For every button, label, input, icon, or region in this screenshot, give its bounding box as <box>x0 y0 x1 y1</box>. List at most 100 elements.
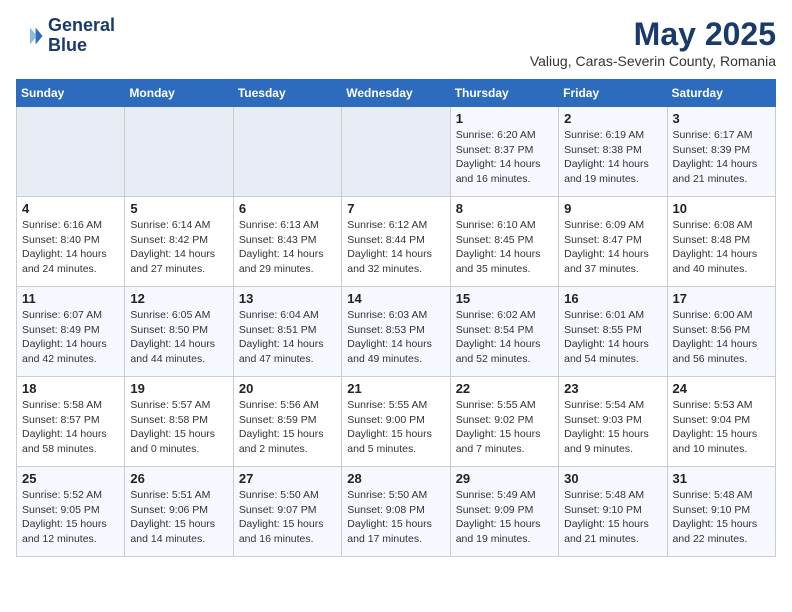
day-number: 2 <box>564 111 661 126</box>
day-number: 19 <box>130 381 227 396</box>
day-info: Sunrise: 5:58 AM Sunset: 8:57 PM Dayligh… <box>22 398 119 457</box>
weekday-header-row: SundayMondayTuesdayWednesdayThursdayFrid… <box>17 80 776 107</box>
day-number: 18 <box>22 381 119 396</box>
calendar-cell: 2 Sunrise: 6:19 AM Sunset: 8:38 PM Daylig… <box>559 107 667 197</box>
day-info: Sunrise: 5:56 AM Sunset: 8:59 PM Dayligh… <box>239 398 336 457</box>
page-header: General Blue May 2025 Valiug, Caras-Seve… <box>16 16 776 69</box>
day-number: 23 <box>564 381 661 396</box>
day-number: 28 <box>347 471 444 486</box>
day-info: Sunrise: 6:17 AM Sunset: 8:39 PM Dayligh… <box>673 128 770 187</box>
day-number: 29 <box>456 471 553 486</box>
calendar-cell: 6 Sunrise: 6:13 AM Sunset: 8:43 PM Daylig… <box>233 197 341 287</box>
weekday-header-sunday: Sunday <box>17 80 125 107</box>
calendar-table: SundayMondayTuesdayWednesdayThursdayFrid… <box>16 79 776 557</box>
day-info: Sunrise: 6:00 AM Sunset: 8:56 PM Dayligh… <box>673 308 770 367</box>
day-info: Sunrise: 5:53 AM Sunset: 9:04 PM Dayligh… <box>673 398 770 457</box>
day-number: 22 <box>456 381 553 396</box>
calendar-cell: 30 Sunrise: 5:48 AM Sunset: 9:10 PM Dayli… <box>559 467 667 557</box>
day-info: Sunrise: 5:48 AM Sunset: 9:10 PM Dayligh… <box>673 488 770 547</box>
day-number: 21 <box>347 381 444 396</box>
day-info: Sunrise: 6:20 AM Sunset: 8:37 PM Dayligh… <box>456 128 553 187</box>
calendar-cell: 11 Sunrise: 6:07 AM Sunset: 8:49 PM Dayli… <box>17 287 125 377</box>
day-info: Sunrise: 5:54 AM Sunset: 9:03 PM Dayligh… <box>564 398 661 457</box>
day-number: 1 <box>456 111 553 126</box>
day-number: 4 <box>22 201 119 216</box>
day-number: 7 <box>347 201 444 216</box>
calendar-cell <box>233 107 341 197</box>
calendar-cell <box>125 107 233 197</box>
day-info: Sunrise: 5:48 AM Sunset: 9:10 PM Dayligh… <box>564 488 661 547</box>
location-title: Valiug, Caras-Severin County, Romania <box>530 53 776 69</box>
calendar-cell: 5Sunrise: 6:14 AM Sunset: 8:42 PM Daylig… <box>125 197 233 287</box>
day-info: Sunrise: 5:51 AM Sunset: 9:06 PM Dayligh… <box>130 488 227 547</box>
calendar-cell: 17 Sunrise: 6:00 AM Sunset: 8:56 PM Dayli… <box>667 287 775 377</box>
day-number: 13 <box>239 291 336 306</box>
calendar-cell: 18 Sunrise: 5:58 AM Sunset: 8:57 PM Dayli… <box>17 377 125 467</box>
calendar-cell <box>17 107 125 197</box>
weekday-header-tuesday: Tuesday <box>233 80 341 107</box>
day-number: 16 <box>564 291 661 306</box>
day-info: Sunrise: 6:16 AM Sunset: 8:40 PM Dayligh… <box>22 218 119 277</box>
calendar-cell: 22 Sunrise: 5:55 AM Sunset: 9:02 PM Dayli… <box>450 377 558 467</box>
calendar-cell: 8 Sunrise: 6:10 AM Sunset: 8:45 PM Daylig… <box>450 197 558 287</box>
day-number: 10 <box>673 201 770 216</box>
day-info: Sunrise: 6:14 AM Sunset: 8:42 PM Dayligh… <box>130 218 227 277</box>
day-info: Sunrise: 6:10 AM Sunset: 8:45 PM Dayligh… <box>456 218 553 277</box>
day-number: 27 <box>239 471 336 486</box>
day-number: 11 <box>22 291 119 306</box>
day-info: Sunrise: 6:13 AM Sunset: 8:43 PM Dayligh… <box>239 218 336 277</box>
calendar-cell: 31 Sunrise: 5:48 AM Sunset: 9:10 PM Dayli… <box>667 467 775 557</box>
weekday-header-thursday: Thursday <box>450 80 558 107</box>
day-info: Sunrise: 6:08 AM Sunset: 8:48 PM Dayligh… <box>673 218 770 277</box>
calendar-cell <box>342 107 450 197</box>
calendar-cell: 28Sunrise: 5:50 AM Sunset: 9:08 PM Dayli… <box>342 467 450 557</box>
day-info: Sunrise: 5:57 AM Sunset: 8:58 PM Dayligh… <box>130 398 227 457</box>
month-title: May 2025 <box>530 16 776 53</box>
logo: General Blue <box>16 16 115 56</box>
calendar-week-5: 25 Sunrise: 5:52 AM Sunset: 9:05 PM Dayli… <box>17 467 776 557</box>
weekday-header-monday: Monday <box>125 80 233 107</box>
logo-text: General Blue <box>48 16 115 56</box>
calendar-cell: 27Sunrise: 5:50 AM Sunset: 9:07 PM Dayli… <box>233 467 341 557</box>
day-number: 26 <box>130 471 227 486</box>
calendar-cell: 9Sunrise: 6:09 AM Sunset: 8:47 PM Daylig… <box>559 197 667 287</box>
weekday-header-wednesday: Wednesday <box>342 80 450 107</box>
calendar-week-3: 11 Sunrise: 6:07 AM Sunset: 8:49 PM Dayli… <box>17 287 776 377</box>
day-info: Sunrise: 5:52 AM Sunset: 9:05 PM Dayligh… <box>22 488 119 547</box>
calendar-cell: 24Sunrise: 5:53 AM Sunset: 9:04 PM Dayli… <box>667 377 775 467</box>
day-number: 14 <box>347 291 444 306</box>
day-number: 20 <box>239 381 336 396</box>
day-info: Sunrise: 6:01 AM Sunset: 8:55 PM Dayligh… <box>564 308 661 367</box>
calendar-cell: 20 Sunrise: 5:56 AM Sunset: 8:59 PM Dayli… <box>233 377 341 467</box>
day-info: Sunrise: 6:19 AM Sunset: 8:38 PM Dayligh… <box>564 128 661 187</box>
calendar-cell: 19 Sunrise: 5:57 AM Sunset: 8:58 PM Dayli… <box>125 377 233 467</box>
day-info: Sunrise: 6:07 AM Sunset: 8:49 PM Dayligh… <box>22 308 119 367</box>
logo-icon <box>16 22 44 50</box>
day-number: 6 <box>239 201 336 216</box>
day-number: 31 <box>673 471 770 486</box>
day-number: 25 <box>22 471 119 486</box>
day-number: 15 <box>456 291 553 306</box>
calendar-week-4: 18 Sunrise: 5:58 AM Sunset: 8:57 PM Dayli… <box>17 377 776 467</box>
weekday-header-saturday: Saturday <box>667 80 775 107</box>
calendar-cell: 4 Sunrise: 6:16 AM Sunset: 8:40 PM Daylig… <box>17 197 125 287</box>
day-info: Sunrise: 6:03 AM Sunset: 8:53 PM Dayligh… <box>347 308 444 367</box>
day-number: 30 <box>564 471 661 486</box>
day-info: Sunrise: 5:49 AM Sunset: 9:09 PM Dayligh… <box>456 488 553 547</box>
weekday-header-friday: Friday <box>559 80 667 107</box>
calendar-cell: 25 Sunrise: 5:52 AM Sunset: 9:05 PM Dayli… <box>17 467 125 557</box>
day-number: 8 <box>456 201 553 216</box>
calendar-cell: 14 Sunrise: 6:03 AM Sunset: 8:53 PM Dayli… <box>342 287 450 377</box>
day-number: 17 <box>673 291 770 306</box>
title-block: May 2025 Valiug, Caras-Severin County, R… <box>530 16 776 69</box>
day-info: Sunrise: 5:55 AM Sunset: 9:02 PM Dayligh… <box>456 398 553 457</box>
day-info: Sunrise: 6:05 AM Sunset: 8:50 PM Dayligh… <box>130 308 227 367</box>
calendar-cell: 1 Sunrise: 6:20 AM Sunset: 8:37 PM Daylig… <box>450 107 558 197</box>
day-number: 3 <box>673 111 770 126</box>
calendar-week-1: 1 Sunrise: 6:20 AM Sunset: 8:37 PM Daylig… <box>17 107 776 197</box>
calendar-cell: 23 Sunrise: 5:54 AM Sunset: 9:03 PM Dayli… <box>559 377 667 467</box>
day-info: Sunrise: 6:02 AM Sunset: 8:54 PM Dayligh… <box>456 308 553 367</box>
day-number: 9 <box>564 201 661 216</box>
day-info: Sunrise: 6:12 AM Sunset: 8:44 PM Dayligh… <box>347 218 444 277</box>
calendar-cell: 21Sunrise: 5:55 AM Sunset: 9:00 PM Dayli… <box>342 377 450 467</box>
